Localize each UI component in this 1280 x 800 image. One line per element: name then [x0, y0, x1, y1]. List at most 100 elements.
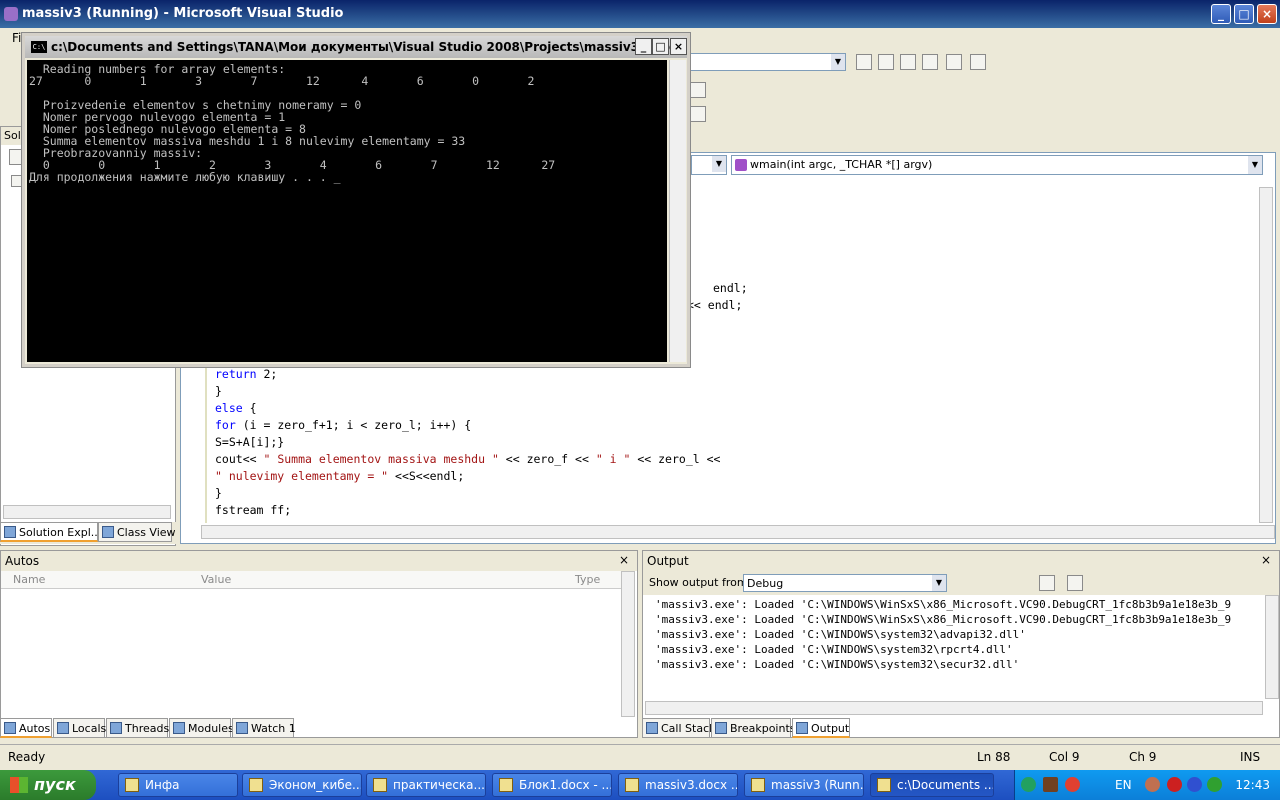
windows-flag-icon: [10, 777, 28, 793]
minimize-button[interactable]: _: [1211, 4, 1231, 24]
code-token: " nulevimy elementamy = ": [215, 469, 389, 483]
editor-vscrollbar[interactable]: [1259, 187, 1273, 523]
network-icon[interactable]: [1021, 777, 1036, 792]
tab-threads[interactable]: Threads: [106, 718, 170, 738]
code-line: }: [215, 486, 222, 500]
chrome-icon[interactable]: [1065, 777, 1080, 792]
chevron-down-icon: ▼: [712, 156, 726, 172]
language-indicator[interactable]: EN: [1115, 778, 1132, 792]
update-icon[interactable]: [1207, 777, 1222, 792]
solution-config-combo[interactable]: ▼: [690, 53, 846, 71]
properties-icon[interactable]: [878, 54, 894, 70]
battery-icon[interactable]: [1043, 777, 1058, 792]
status-column: Col 9: [1049, 750, 1080, 764]
folder-icon: [249, 778, 263, 792]
tab-watch-1[interactable]: Watch 1: [232, 718, 296, 738]
autos-col-name[interactable]: Name: [13, 573, 45, 586]
taskbar-item[interactable]: практическа...: [366, 773, 486, 797]
tab-call-stack[interactable]: Call Stack: [642, 718, 715, 738]
start-page-icon[interactable]: [946, 54, 962, 70]
scope-combo[interactable]: ▼: [691, 155, 727, 175]
tab-autos-label: Autos: [19, 722, 51, 735]
autos-tabs: Autos Locals Threads Modules Watch 1: [0, 718, 640, 740]
console-icon: [877, 778, 891, 792]
window-icon[interactable]: [970, 54, 986, 70]
word-wrap-icon[interactable]: [1067, 575, 1083, 591]
taskbar-item-label: c:\Documents ...: [897, 778, 994, 792]
console-maximize-button[interactable]: □: [652, 38, 669, 55]
tab-modules-label: Modules: [188, 722, 234, 735]
status-line: Ln 88: [977, 750, 1011, 764]
console-window[interactable]: C:\ c:\Documents and Settings\TANA\Мои д…: [22, 33, 690, 367]
tab-breakpoints-label: Breakpoints: [730, 722, 796, 735]
autos-vscrollbar[interactable]: [621, 571, 635, 717]
code-token: for: [215, 418, 236, 432]
close-icon[interactable]: ×: [1261, 553, 1271, 567]
chevron-down-icon: ▼: [1248, 156, 1262, 174]
breakpoints-icon: [715, 722, 727, 734]
tab-autos[interactable]: Autos: [0, 718, 52, 738]
status-ins: INS: [1240, 750, 1261, 764]
code-token: }: [215, 384, 222, 398]
close-icon[interactable]: ×: [619, 553, 629, 567]
debug-toolbar-icon[interactable]: [690, 82, 706, 98]
editor-hscrollbar[interactable]: [201, 525, 1275, 539]
tab-breakpoints[interactable]: Breakpoints: [711, 718, 796, 738]
solution-hscrollbar[interactable]: [3, 505, 171, 519]
taskbar-item-label: Блок1.docx - ...: [519, 778, 612, 792]
taskbar-item[interactable]: Блок1.docx - ...: [492, 773, 612, 797]
code-line: " nulevimy elementamy = " <<S<<endl;: [215, 469, 464, 483]
visual-studio-icon: [4, 7, 18, 21]
system-tray: EN 12:43: [1014, 770, 1280, 800]
function-combo[interactable]: wmain(int argc, _TCHAR *[] argv) ▼: [731, 155, 1263, 175]
autos-col-type[interactable]: Type: [575, 573, 600, 586]
taskbar-item[interactable]: massiv3 (Runn...: [744, 773, 864, 797]
console-close-button[interactable]: ×: [670, 38, 687, 55]
output-title: Output: [647, 554, 689, 568]
tab-class-view[interactable]: Class View: [98, 522, 176, 542]
output-line: 'massiv3.exe': Loaded 'C:\WINDOWS\system…: [655, 628, 1026, 641]
show-output-combo[interactable]: Debug ▼: [743, 574, 947, 592]
taskbar-item[interactable]: Эконом_кибе...: [242, 773, 362, 797]
tab-solution-explorer[interactable]: Solution Expl...: [0, 522, 101, 542]
clock: 12:43: [1235, 778, 1270, 792]
console-vscrollbar[interactable]: [669, 60, 686, 362]
function-combo-value: wmain(int argc, _TCHAR *[] argv): [750, 158, 933, 171]
tab-call-stack-label: Call Stack: [661, 722, 716, 735]
debug-location-icon[interactable]: [690, 106, 706, 122]
toolbox-icon[interactable]: [900, 54, 916, 70]
taskbar-item[interactable]: massiv3.docx ...: [618, 773, 738, 797]
tab-locals[interactable]: Locals: [53, 718, 106, 738]
code-token: " Summa elementov massiva meshdu ": [263, 452, 499, 466]
code-token: (i = zero_f+1; i < zero_l; i++) {: [235, 418, 472, 432]
clear-all-icon[interactable]: [1039, 575, 1055, 591]
output-icon: [796, 722, 808, 734]
back-icon[interactable]: [1145, 777, 1160, 792]
tab-modules[interactable]: Modules: [169, 718, 234, 738]
word-icon: [373, 778, 387, 792]
output-hscrollbar[interactable]: [645, 701, 1263, 715]
output-vscrollbar[interactable]: [1265, 595, 1279, 699]
solution-explorer-icon: [4, 526, 16, 538]
chevron-down-icon: ▼: [831, 54, 845, 70]
output-line: 'massiv3.exe': Loaded 'C:\WINDOWS\WinSxS…: [655, 598, 1232, 611]
code-line: else {: [215, 401, 257, 415]
call-stack-icon: [646, 722, 658, 734]
autos-col-value[interactable]: Value: [201, 573, 231, 586]
status-char: Ch 9: [1129, 750, 1157, 764]
taskbar-item-active[interactable]: c:\Documents ...: [870, 773, 994, 797]
taskbar-item[interactable]: Инфа: [118, 773, 238, 797]
close-button[interactable]: ×: [1257, 4, 1277, 24]
output-header: Output ×: [643, 551, 1279, 571]
start-button[interactable]: пуск: [0, 770, 96, 800]
antivirus-icon[interactable]: [1167, 777, 1182, 792]
find-icon[interactable]: [856, 54, 872, 70]
maximize-button[interactable]: □: [1234, 4, 1254, 24]
tab-output[interactable]: Output: [792, 718, 850, 738]
code-token: else: [215, 401, 243, 415]
tools-icon[interactable]: [922, 54, 938, 70]
code-token: <<S<<endl;: [388, 469, 465, 483]
bluetooth-icon[interactable]: [1187, 777, 1202, 792]
tab-threads-label: Threads: [125, 722, 170, 735]
console-minimize-button[interactable]: _: [635, 38, 652, 55]
